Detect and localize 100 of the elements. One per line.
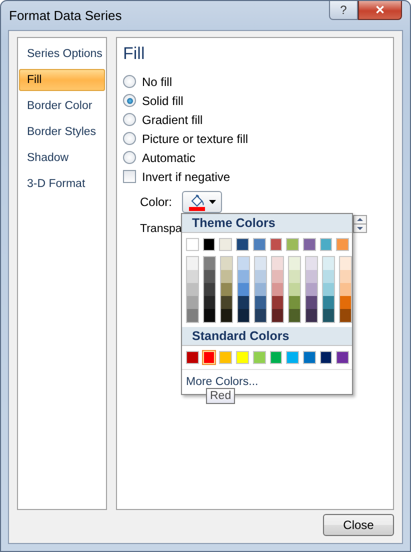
dropdown-arrow-icon [209, 200, 216, 204]
color-swatch[interactable] [186, 238, 199, 251]
color-swatch[interactable] [204, 283, 215, 296]
spin-control[interactable] [353, 215, 367, 233]
radio-button[interactable] [123, 75, 136, 88]
radio-label: Automatic [142, 150, 196, 164]
color-swatch[interactable] [340, 283, 351, 296]
sidebar-item[interactable]: Border Styles [19, 121, 105, 143]
checkbox[interactable] [123, 170, 136, 183]
color-picker-button[interactable] [182, 191, 222, 213]
color-swatch[interactable] [272, 283, 283, 296]
window-title: Format Data Series [9, 8, 123, 23]
color-swatch[interactable] [236, 351, 249, 364]
color-swatch[interactable] [289, 296, 300, 309]
color-swatch[interactable] [306, 270, 317, 283]
color-swatch[interactable] [289, 309, 300, 322]
color-swatch[interactable] [202, 238, 216, 251]
radio-label: No fill [142, 74, 172, 88]
color-swatch[interactable] [202, 351, 216, 364]
close-dialog-button[interactable]: Close [323, 514, 394, 536]
help-button[interactable]: ? [329, 1, 358, 20]
color-swatch[interactable] [187, 296, 198, 309]
color-swatch[interactable] [238, 283, 249, 296]
color-swatch[interactable] [187, 270, 198, 283]
color-swatch[interactable] [336, 351, 350, 364]
color-swatch[interactable] [306, 257, 317, 270]
color-swatch[interactable] [255, 257, 266, 270]
color-swatch[interactable] [252, 238, 266, 251]
color-swatch[interactable] [272, 296, 283, 309]
radio-label: Gradient fill [142, 112, 203, 126]
color-swatch[interactable] [306, 296, 317, 309]
menu-header: Standard Colors [182, 327, 352, 346]
color-swatch[interactable] [238, 296, 249, 309]
color-swatch[interactable] [187, 309, 198, 322]
color-swatch[interactable] [323, 283, 334, 296]
color-swatch[interactable] [272, 309, 283, 322]
color-swatch[interactable] [187, 257, 198, 270]
color-swatch[interactable] [289, 283, 300, 296]
color-swatch[interactable] [336, 238, 350, 251]
color-swatch[interactable] [236, 238, 249, 251]
color-swatch[interactable] [323, 296, 334, 309]
sidebar-item[interactable]: Fill [19, 69, 105, 91]
close-button[interactable]: ✕ [358, 1, 402, 20]
color-swatch[interactable] [323, 309, 334, 322]
color-swatch[interactable] [204, 309, 215, 322]
color-swatch[interactable] [289, 257, 300, 270]
sidebar-item[interactable]: 3-D Format [19, 173, 105, 195]
color-swatch[interactable] [340, 270, 351, 283]
color-swatch[interactable] [204, 257, 215, 270]
color-swatch[interactable] [272, 257, 283, 270]
color-swatch[interactable] [204, 296, 215, 309]
color-swatch[interactable] [320, 238, 332, 251]
color-swatch[interactable] [270, 238, 282, 251]
color-swatch[interactable] [221, 257, 232, 270]
tooltip: Red [206, 388, 236, 404]
color-swatch[interactable] [255, 283, 266, 296]
color-swatch[interactable] [302, 351, 316, 364]
checkbox-label: Invert if negative [142, 170, 230, 184]
color-swatch[interactable] [289, 270, 300, 283]
color-swatch[interactable] [238, 270, 249, 283]
color-swatch[interactable] [238, 309, 249, 322]
sidebar-item[interactable]: Series Options [19, 43, 105, 65]
menu-header: Theme Colors [182, 214, 352, 233]
color-swatch[interactable] [340, 296, 351, 309]
radio-label: Picture or texture fill [142, 132, 248, 146]
color-swatch[interactable] [255, 309, 266, 322]
color-swatch[interactable] [323, 257, 334, 270]
color-swatch[interactable] [270, 351, 282, 364]
radio-button[interactable] [123, 151, 136, 164]
color-swatch[interactable] [238, 257, 249, 270]
color-swatch[interactable] [186, 351, 199, 364]
radio-button[interactable] [123, 132, 136, 145]
color-swatch[interactable] [340, 309, 351, 322]
section-heading: Fill [123, 44, 146, 64]
color-swatch[interactable] [272, 270, 283, 283]
radio-button[interactable] [123, 94, 136, 107]
color-swatch[interactable] [286, 238, 299, 251]
color-swatch[interactable] [340, 257, 351, 270]
color-swatch[interactable] [221, 309, 232, 322]
color-swatch[interactable] [302, 238, 316, 251]
color-label: Color: [140, 195, 172, 209]
color-swatch[interactable] [187, 283, 198, 296]
color-swatch[interactable] [252, 351, 266, 364]
color-swatch[interactable] [221, 283, 232, 296]
color-swatch[interactable] [221, 270, 232, 283]
color-swatch[interactable] [255, 296, 266, 309]
color-swatch[interactable] [219, 238, 232, 251]
sidebar-item[interactable]: Shadow [19, 147, 105, 169]
sidebar-item[interactable]: Border Color [19, 95, 105, 117]
radio-button[interactable] [123, 113, 136, 126]
color-swatch[interactable] [320, 351, 332, 364]
color-swatch[interactable] [323, 270, 334, 283]
color-swatch[interactable] [306, 283, 317, 296]
color-swatch[interactable] [306, 309, 317, 322]
color-swatch[interactable] [286, 351, 299, 364]
color-swatch[interactable] [255, 270, 266, 283]
color-swatch[interactable] [221, 296, 232, 309]
color-swatch[interactable] [219, 351, 232, 364]
radio-label: Solid fill [142, 94, 184, 108]
color-swatch[interactable] [204, 270, 215, 283]
